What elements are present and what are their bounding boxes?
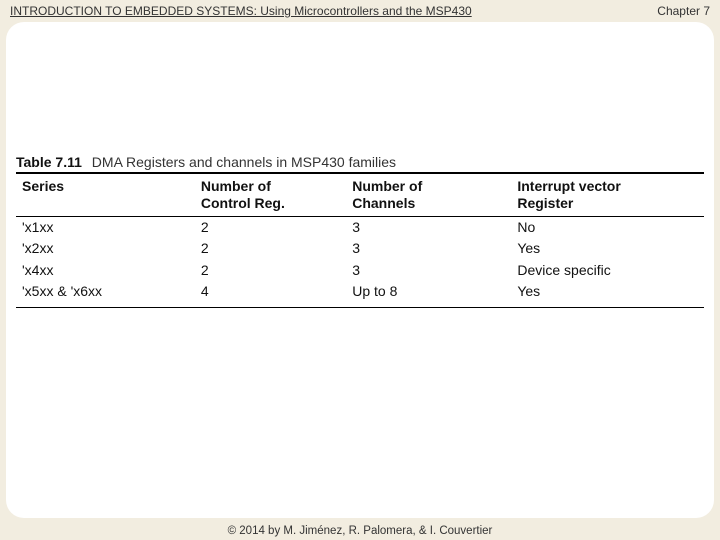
cell-series: 'x2xx [16,238,195,260]
col-header-irq: Interrupt vectorRegister [511,173,704,216]
cell-channels: 3 [346,260,511,282]
cell-irq: Device specific [511,260,704,282]
book-title: INTRODUCTION TO EMBEDDED SYSTEMS: Using … [10,4,472,18]
cell-control: 2 [195,216,346,238]
col-header-control: Number ofControl Reg. [195,173,346,216]
cell-series: 'x1xx [16,216,195,238]
cell-irq: Yes [511,238,704,260]
table-number: Table 7.11 [16,154,82,170]
table-row: 'x1xx 2 3 No [16,216,704,238]
footer-copyright: © 2014 by M. Jiménez, R. Palomera, & I. … [0,525,720,537]
table-caption: Table 7.11 DMA Registers and channels in… [16,154,704,170]
cell-channels: 3 [346,216,511,238]
table-row: 'x2xx 2 3 Yes [16,238,704,260]
table-header-row: Series Number ofControl Reg. Number ofCh… [16,173,704,216]
cell-control: 2 [195,260,346,282]
slide-page: INTRODUCTION TO EMBEDDED SYSTEMS: Using … [0,0,720,540]
cell-series: 'x5xx & 'x6xx [16,281,195,307]
cell-series: 'x4xx [16,260,195,282]
cell-channels: Up to 8 [346,281,511,307]
chapter-label: Chapter 7 [657,4,710,18]
cell-control: 4 [195,281,346,307]
cell-control: 2 [195,238,346,260]
col-header-channels: Number ofChannels [346,173,511,216]
table-wrap: Table 7.11 DMA Registers and channels in… [16,154,704,308]
table-row: 'x5xx & 'x6xx 4 Up to 8 Yes [16,281,704,307]
cell-irq: Yes [511,281,704,307]
table-row: 'x4xx 2 3 Device specific [16,260,704,282]
table-title: DMA Registers and channels in MSP430 fam… [92,154,396,170]
dma-table: Series Number ofControl Reg. Number ofCh… [16,172,704,308]
content-card: Table 7.11 DMA Registers and channels in… [6,22,714,518]
cell-irq: No [511,216,704,238]
header: INTRODUCTION TO EMBEDDED SYSTEMS: Using … [0,0,720,20]
cell-channels: 3 [346,238,511,260]
col-header-series: Series [16,173,195,216]
